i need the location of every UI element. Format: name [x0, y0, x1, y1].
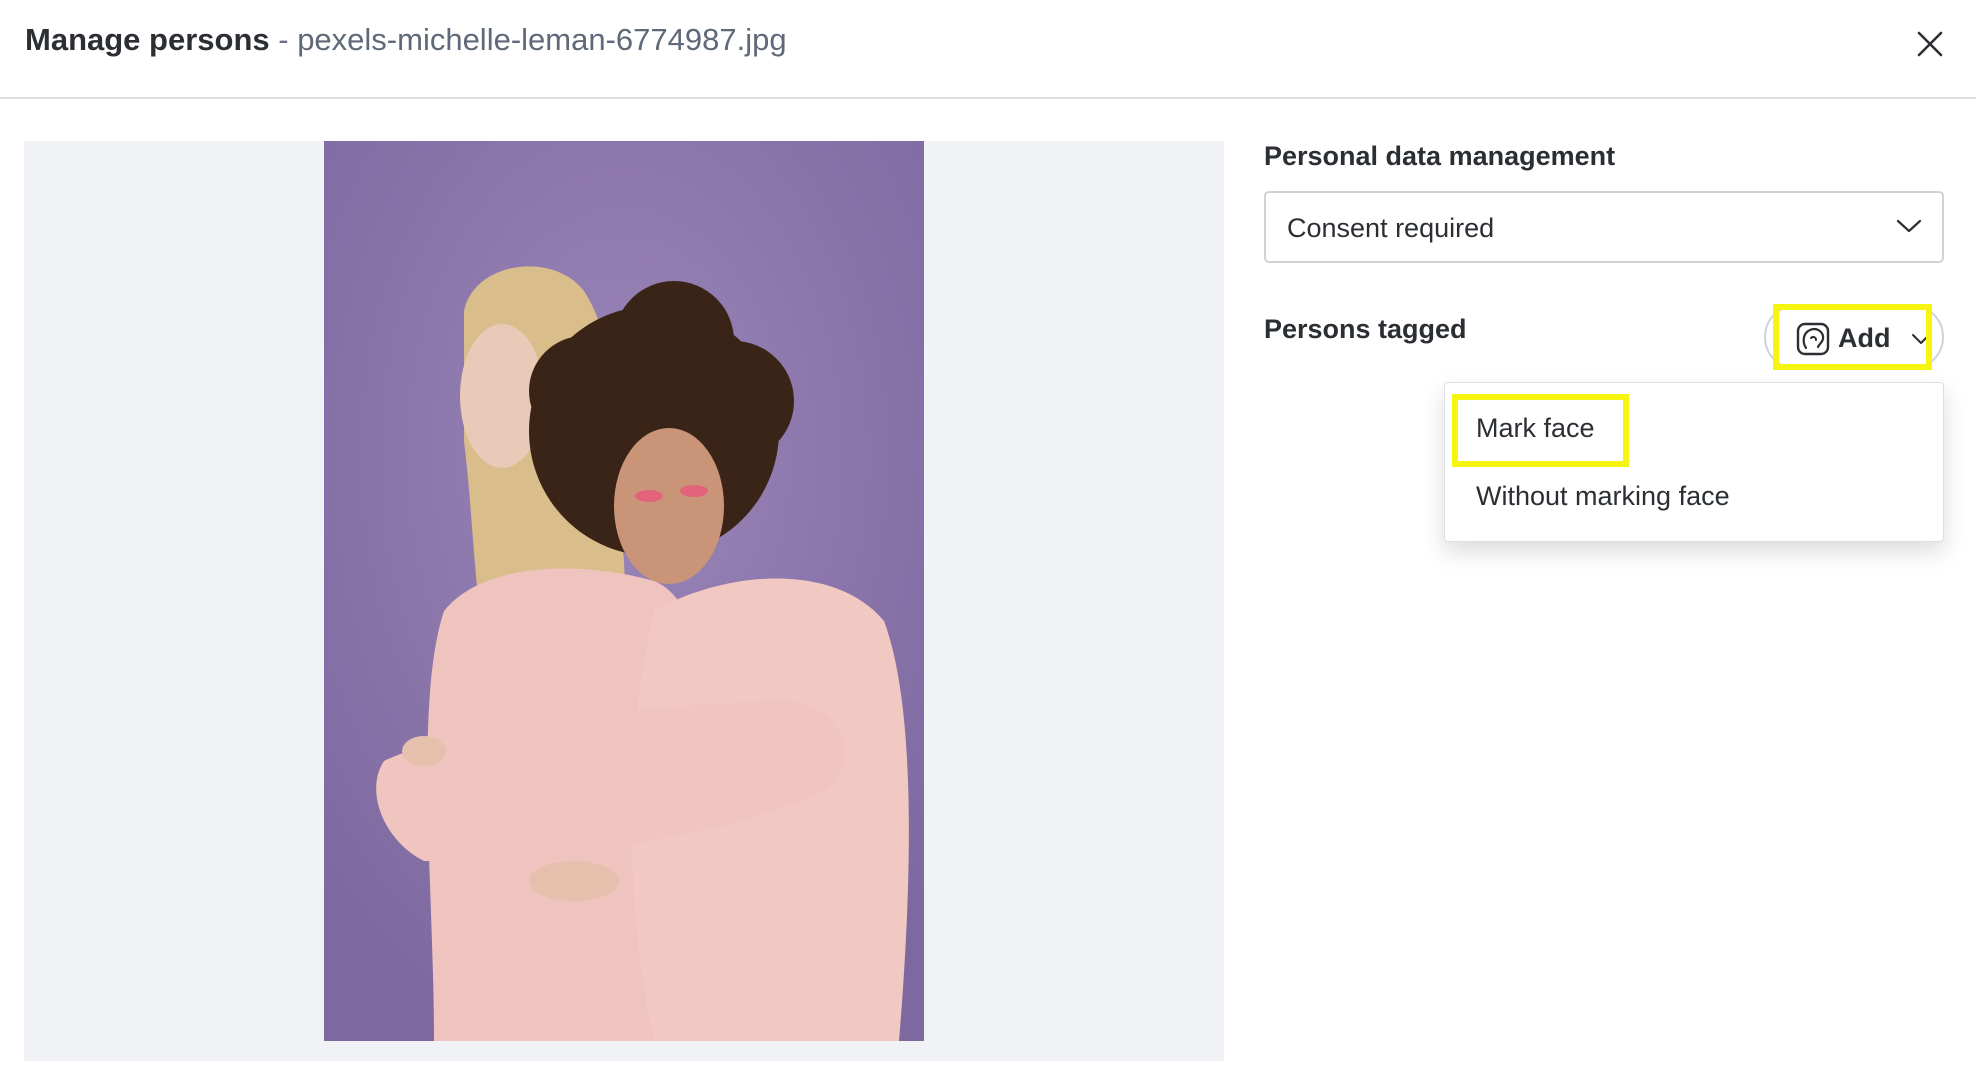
face-icon [1796, 322, 1830, 356]
photo [324, 141, 924, 1041]
menu-item-mark-face[interactable]: Mark face [1476, 413, 1595, 444]
image-preview-area [24, 141, 1224, 1061]
chevron-down-icon [1912, 334, 1930, 344]
menu-item-without-marking-face[interactable]: Without marking face [1476, 481, 1730, 512]
photo-illustration [324, 141, 924, 1041]
close-icon [1917, 31, 1943, 57]
chevron-down-icon [1896, 219, 1922, 233]
side-panel: Personal data management Consent require… [1264, 141, 1944, 542]
dialog-title-text: Manage persons [25, 22, 270, 57]
dialog-title: Manage persons - pexels-michelle-leman-6… [25, 22, 787, 58]
close-button[interactable] [1910, 24, 1950, 64]
add-person-button[interactable]: Add [1764, 304, 1944, 370]
personal-data-select-value: Consent required [1287, 213, 1495, 243]
add-dropdown-menu: Mark face Without marking face [1444, 382, 1944, 542]
persons-tagged-label: Persons tagged [1264, 314, 1467, 344]
title-separator: - [269, 22, 298, 57]
personal-data-select[interactable]: Consent required [1264, 191, 1944, 263]
personal-data-label: Personal data management [1264, 141, 1616, 171]
file-name: pexels-michelle-leman-6774987.jpg [297, 22, 787, 57]
dialog-header: Manage persons - pexels-michelle-leman-6… [0, 0, 1976, 99]
add-button-label: Add [1838, 323, 1891, 353]
